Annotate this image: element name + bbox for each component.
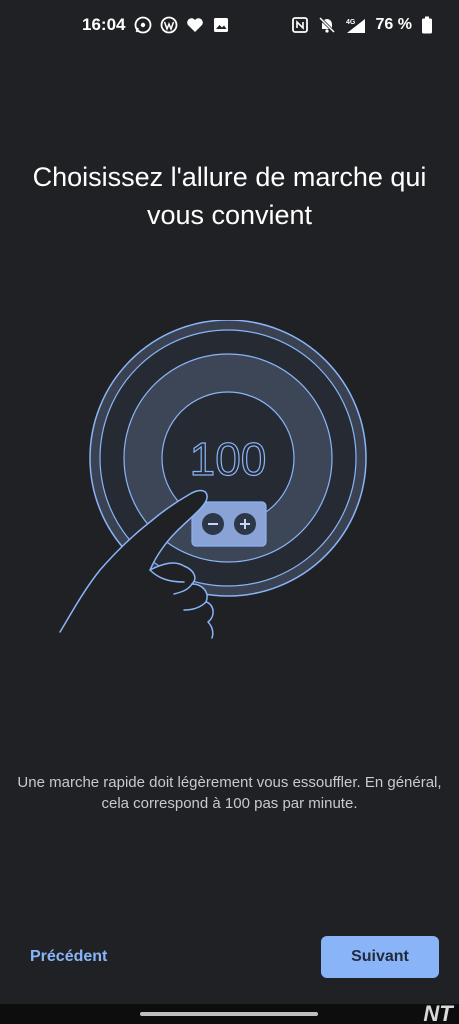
battery-level: 76 % bbox=[375, 16, 412, 33]
heart-icon bbox=[187, 18, 203, 32]
bell-off-icon bbox=[318, 16, 335, 34]
wordpress-icon bbox=[160, 16, 178, 34]
network-type: 4G bbox=[346, 19, 356, 26]
watermark-logo: NT bbox=[423, 1001, 454, 1024]
image-icon bbox=[214, 18, 228, 32]
notification-icons bbox=[134, 16, 230, 34]
stepper-control bbox=[191, 501, 267, 547]
signal-4g-icon: 4G bbox=[346, 19, 365, 33]
battery-icon bbox=[422, 16, 432, 34]
system-icons: 4G 76 % bbox=[291, 16, 433, 34]
system-navigation-bar bbox=[0, 1004, 459, 1024]
status-time: 16:04 bbox=[82, 15, 126, 34]
previous-button[interactable]: Précédent bbox=[22, 940, 115, 974]
gesture-handle[interactable] bbox=[140, 1012, 318, 1016]
nfc-icon bbox=[291, 17, 308, 33]
walking-pace-illustration: 100 bbox=[59, 320, 367, 639]
page-title: Choisissez l'allure de marche qui vous c… bbox=[32, 162, 427, 231]
status-bar: 16:04 4G 76 % bbox=[0, 0, 459, 52]
plus-icon bbox=[234, 513, 256, 535]
next-button[interactable]: Suivant bbox=[321, 936, 439, 978]
watermark-text: NT bbox=[423, 1001, 454, 1024]
whatsapp-icon bbox=[134, 16, 152, 34]
dial-value: 100 bbox=[190, 433, 267, 485]
minus-icon bbox=[202, 513, 224, 535]
pace-description: Une marche rapide doit légèrement vous e… bbox=[17, 774, 442, 812]
